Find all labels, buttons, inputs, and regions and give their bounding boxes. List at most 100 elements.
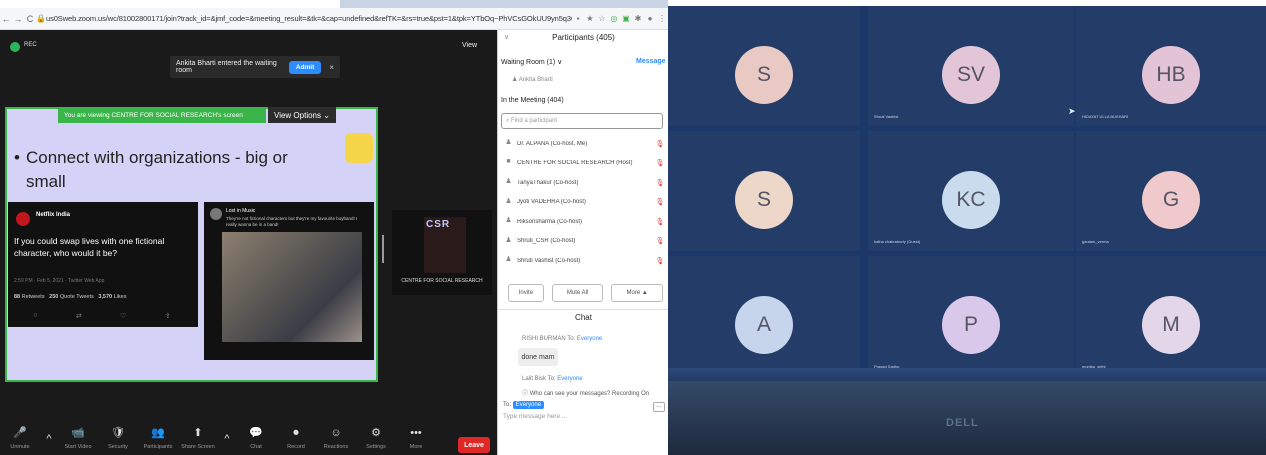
star-icon[interactable]: ☆ (596, 14, 608, 23)
reactions-button[interactable]: ☺ Reactions (316, 427, 356, 453)
tile-name: katha chakraborty (Guest) (874, 239, 921, 244)
avatar (16, 212, 30, 226)
csr-logo: CSR (424, 217, 466, 273)
tab-icon[interactable]: ▪ (572, 14, 584, 23)
user-icon: ♟ (505, 217, 512, 225)
record-button[interactable]: ⏺ Record (276, 427, 316, 453)
view-options-label: View Options (274, 110, 321, 120)
unmute-button[interactable]: 🎤 Unmute (0, 427, 40, 453)
participant-row[interactable]: ♟ Riksonsharma (Co-host) 🎙 (498, 212, 668, 232)
reactions-icon: ☺ (330, 427, 342, 439)
chat-button[interactable]: 💬 Chat (236, 427, 276, 453)
participant-name: CENTRE FOR SOCIAL RESEARCH (Host) (517, 160, 633, 167)
admit-button[interactable]: Admit (288, 60, 322, 74)
reload-icon[interactable]: C (24, 14, 36, 24)
url-text[interactable]: us0Sweb.zoom.us/wc/81002800171/join?trac… (46, 14, 572, 23)
participant-row[interactable]: ♟ Shruti_CSR (Co-host) 🎙 (498, 232, 668, 252)
extension-icon[interactable]: ★ (584, 14, 596, 23)
panel-divider[interactable] (382, 235, 384, 263)
tweet-card: Netflix India If you could swap lives wi… (8, 202, 198, 327)
start-video-button[interactable]: 📹 Start Video (58, 427, 98, 453)
waiting-room-header[interactable]: Waiting Room (1) ∨ (501, 58, 562, 66)
laptop-screen: S SV Shruti Vashist HB HIDAYAT ULLA BUKHARI S… (668, 6, 1266, 381)
invite-button[interactable]: Invite (508, 284, 544, 302)
search-icon: ⌕ (506, 117, 510, 124)
participant-row[interactable]: ■ CENTRE FOR SOCIAL RESEARCH (Host) 🎙 (498, 154, 668, 174)
view-button[interactable]: View (462, 42, 477, 49)
tile-name: gautam_verma (1082, 239, 1109, 244)
menu-icon[interactable]: ⋮ (656, 14, 668, 23)
video-tile[interactable]: S (668, 131, 860, 251)
mute-all-button[interactable]: Mute All (551, 284, 604, 302)
tile-name: HIDAYAT ULLA BUKHARI (1082, 114, 1129, 119)
participant-row[interactable]: ♟ TanyaThakur (Co-host) 🎙 (498, 173, 668, 193)
participant-row[interactable]: ♟ Shruti Vashist (Co-host) 🎙 (498, 251, 668, 271)
message-button[interactable]: Message (636, 58, 666, 65)
share-icon: ⇪ (164, 313, 171, 320)
chat-message-header: RISHI BURMAN To: Everyone (522, 336, 603, 342)
close-icon[interactable]: × (329, 63, 334, 72)
tweet-author: Lost in Music (226, 208, 256, 214)
chat-recipient[interactable]: To: Everyone (503, 401, 545, 409)
waiting-person[interactable]: ♟ Ankita Bharti (512, 76, 553, 83)
avatar: M (1142, 296, 1200, 354)
slide-bullet-label: Connect with organizations - big or smal… (26, 148, 288, 191)
settings-button[interactable]: ⚙ Settings (356, 427, 396, 453)
in-meeting-header: In the Meeting (404) (501, 97, 564, 104)
like-icon: ♡ (120, 313, 127, 320)
participant-row[interactable]: ♟ Dr. ALPANA (Co-host, Me) 🎙 (498, 134, 668, 154)
chrome-extension-icon[interactable]: ◎ (608, 14, 620, 23)
participant-name: Dr. ALPANA (Co-host, Me) (517, 140, 588, 147)
back-icon[interactable]: ← (0, 14, 12, 24)
participant-name: Riksonsharma (Co-host) (517, 218, 583, 225)
audio-options-button[interactable]: ^ (40, 433, 58, 447)
video-thumbnail[interactable]: CSR CENTRE FOR SOCIAL RESEARCH (392, 210, 492, 295)
forward-icon[interactable]: → (12, 14, 24, 24)
more-options-icon[interactable]: ... (653, 402, 665, 412)
leave-button[interactable]: Leave (458, 437, 490, 453)
chat-input[interactable]: Type message here ... (503, 413, 567, 420)
more-button[interactable]: More ▲ (611, 284, 663, 302)
toolbar-label: Participants (143, 444, 173, 450)
security-button[interactable]: 🛡 Security (98, 427, 138, 453)
participants-icon: 👥 (151, 427, 165, 439)
muted-mic-icon: 🎙 (655, 140, 665, 148)
participants-button[interactable]: 👥 Participants (138, 427, 178, 453)
view-options-button[interactable]: View Options ⌄ (268, 107, 336, 123)
recording-label: REC (24, 42, 37, 48)
participants-panel: ∨ Participants (405) Waiting Room (1) ∨ … (497, 30, 668, 455)
video-tile[interactable]: SV Shruti Vashist (868, 6, 1074, 126)
muted-mic-icon: 🎙 (655, 257, 665, 265)
more-button[interactable]: ••• More (396, 427, 436, 453)
video-tile[interactable]: P Prasad Sadhu (868, 256, 1074, 376)
video-tile[interactable]: A (668, 256, 860, 376)
share-screen-button[interactable]: ⬆ Share Screen (178, 427, 218, 453)
participant-row[interactable]: ♟ Jyoti VADEHRA (Co-host) 🎙 (498, 193, 668, 213)
toolbar-label: Start Video (64, 444, 92, 450)
thumbnail-name: CENTRE FOR SOCIAL RESEARCH (401, 278, 483, 284)
shield-extension-icon[interactable]: ▣ (620, 14, 632, 23)
share-options-button[interactable]: ^ (218, 433, 236, 447)
meeting-toolbar: 🎤 Unmute ^ 📹 Start Video 🛡 Security 👥 Participan… (0, 425, 497, 455)
video-tile[interactable]: HB HIDAYAT ULLA BUKHARI (1076, 6, 1266, 126)
waiting-room-notification: Ankita Bharti entered the waiting room A… (170, 56, 340, 78)
toolbar-label: Unmute (10, 444, 30, 450)
start-video-icon: 📹 (71, 427, 85, 439)
address-bar[interactable]: ← → C 🔒 us0Sweb.zoom.us/wc/81002800171/j… (0, 8, 668, 30)
user-icon: ■ (506, 157, 511, 165)
video-tile[interactable]: Ggautam_verma (1076, 131, 1266, 251)
video-tile[interactable]: KC katha chakraborty (Guest) (868, 131, 1074, 251)
chat-warning[interactable]: ⓘ Who can see your messages? Recording O… (522, 388, 649, 397)
video-tile[interactable]: Mmonika_sethi (1076, 256, 1266, 376)
record-icon: ⏺ (293, 427, 299, 439)
participants-title: Participants (405) (552, 33, 615, 42)
toolbar-label: Record (287, 444, 305, 450)
puzzle-icon[interactable]: ✱ (632, 14, 644, 23)
profile-icon[interactable]: ● (644, 14, 656, 23)
participant-search[interactable]: ⌕ Find a participant (501, 113, 663, 129)
muted-mic-icon: 🎙 (655, 160, 665, 168)
viewing-screen-bar: You are viewing CENTRE FOR SOCIAL RESEAR… (58, 107, 266, 123)
video-tile[interactable]: S (668, 6, 860, 126)
participant-name: TanyaThakur (Co-host) (517, 179, 579, 186)
retweet-icon: ⇄ (75, 313, 82, 320)
